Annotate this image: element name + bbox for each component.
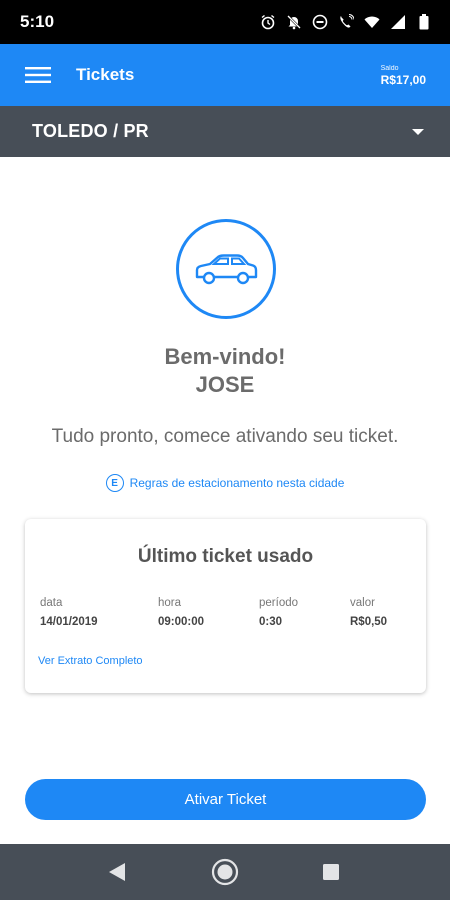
last-ticket-title: Último ticket usado [137, 546, 314, 567]
ticket-value-column: valor R$0,50 [350, 596, 387, 629]
ticket-time-value: 09:00:00 [158, 616, 205, 628]
ticket-value-label: valor [350, 597, 375, 609]
battery-icon [416, 14, 432, 30]
parking-rules-link[interactable]: E Regras de estacionamento nesta cidade [0, 474, 450, 492]
city-name: TOLEDO / PR [32, 121, 149, 141]
status-time: 5:10 [20, 12, 55, 31]
rules-e-icon: E [105, 474, 124, 492]
notifications-off-icon [286, 14, 302, 30]
recents-square-icon [323, 864, 339, 880]
ticket-date-value: 14/01/2019 [40, 616, 98, 628]
wifi-icon [364, 14, 380, 30]
ticket-period-label: período [259, 597, 299, 609]
nav-home-button[interactable] [197, 844, 253, 900]
activate-ticket-button[interactable]: Ativar Ticket [25, 779, 426, 820]
balance-display: Saldo R$17,00 [381, 64, 426, 87]
status-bar: 5:10 [0, 0, 450, 44]
page-title: Tickets [76, 65, 135, 84]
do-not-disturb-icon [312, 14, 328, 30]
balance-label: Saldo [380, 64, 399, 72]
hamburger-menu-icon [25, 67, 51, 83]
car-icon [195, 254, 258, 285]
nav-recents-button[interactable] [303, 844, 359, 900]
car-icon-circle [176, 219, 276, 319]
dropdown-caret-icon [412, 128, 424, 135]
balance-value: R$17,00 [380, 72, 426, 87]
city-selector[interactable]: TOLEDO / PR [0, 106, 450, 157]
navigation-bar [0, 844, 450, 900]
wifi-calling-icon [338, 14, 354, 30]
nav-back-button[interactable] [89, 844, 145, 900]
menu-button[interactable] [0, 44, 76, 106]
ticket-date-column: data 14/01/2019 [40, 596, 98, 629]
home-circle-icon [211, 858, 239, 886]
status-icons [260, 14, 432, 30]
full-statement-link[interactable]: Ver Extrato Completo [38, 655, 143, 667]
ticket-period-value: 0:30 [259, 616, 283, 628]
signal-icon [390, 14, 406, 30]
ticket-time-label: hora [158, 597, 182, 609]
welcome-greeting: Bem-vindo! [164, 344, 286, 369]
last-ticket-card: Último ticket usado data 14/01/2019 hora… [25, 519, 426, 693]
welcome-user-name: JOSE [195, 372, 255, 397]
ticket-date-label: data [40, 597, 63, 609]
ticket-time-column: hora 09:00:00 [158, 596, 204, 629]
app-bar: Tickets Saldo R$17,00 [0, 44, 450, 106]
ready-message: Tudo pronto, comece ativando seu ticket. [51, 426, 399, 447]
parking-rules-label: Regras de estacionamento nesta cidade [129, 476, 345, 490]
ticket-period-column: período 0:30 [259, 596, 298, 629]
back-triangle-icon [109, 863, 125, 881]
welcome-heading: Bem-vindo! JOSE [0, 343, 450, 399]
ticket-value-value: R$0,50 [350, 616, 388, 628]
alarm-icon [260, 14, 276, 30]
